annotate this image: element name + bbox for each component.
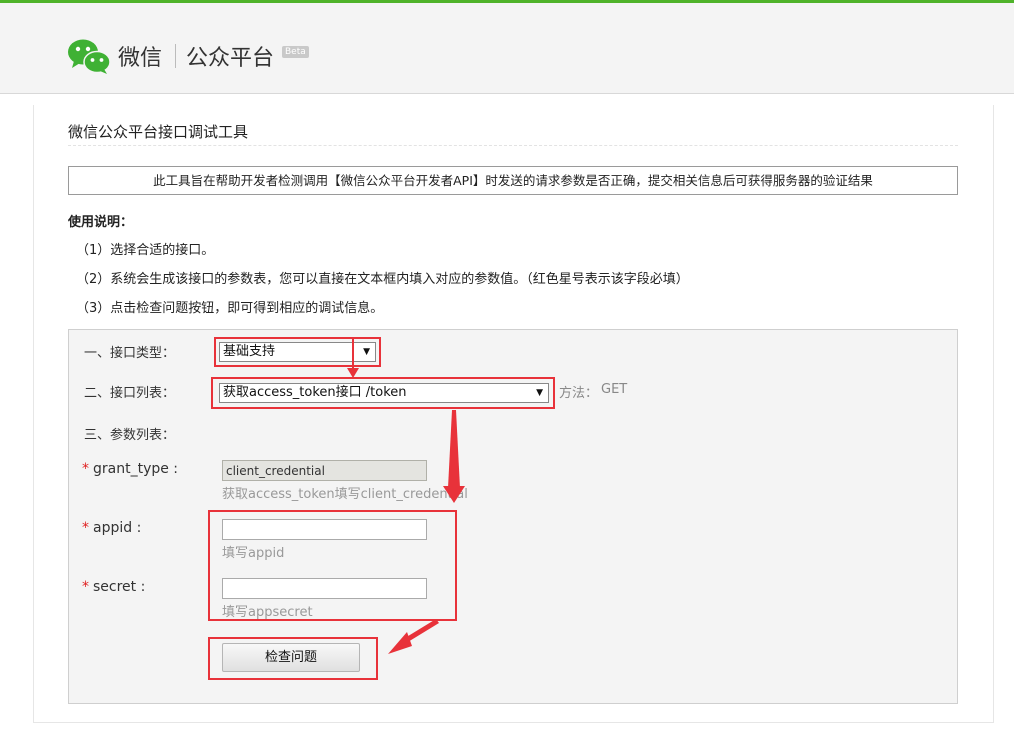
grant-type-input[interactable] [222, 460, 427, 481]
required-mark: * [82, 520, 89, 536]
param-label-appid: * appid : [82, 520, 142, 536]
grant-type-hint: 获取access_token填写client_credential [222, 487, 468, 502]
page-title: 微信公众平台接口调试工具 [68, 123, 249, 141]
title-divider [68, 145, 958, 146]
top-header-bar: 微信 公众平台 Beta [0, 0, 1014, 94]
interface-list-label: 二、接口列表： [84, 386, 176, 401]
required-mark: * [82, 579, 89, 595]
usage-title: 使用说明： [68, 215, 134, 230]
beta-badge: Beta [282, 46, 309, 58]
notice-box: 此工具旨在帮助开发者检测调用【微信公众平台开发者API】时发送的请求参数是否正确… [68, 166, 958, 195]
required-mark: * [82, 461, 89, 477]
annotation-box-params [208, 510, 457, 621]
param-list-label: 三、参数列表： [84, 428, 176, 443]
usage-step-1: （1）选择合适的接口。 [76, 243, 215, 258]
annotation-box-button [208, 637, 378, 680]
annotation-box-list [211, 377, 555, 409]
param-label-secret: * secret : [82, 579, 146, 595]
usage-step-3: （3）点击检查问题按钮，即可得到相应的调试信息。 [76, 301, 384, 316]
method-value: GET [601, 382, 628, 397]
interface-type-label: 一、接口类型： [84, 346, 176, 361]
brand-wechat-text[interactable]: 微信 [118, 40, 162, 72]
param-label-grant-type: * grant_type : [82, 461, 179, 477]
brand-platform-text[interactable]: 公众平台 [186, 40, 274, 72]
wechat-logo-icon[interactable] [67, 37, 111, 75]
usage-step-2: （2）系统会生成该接口的参数表，您可以直接在文本框内填入对应的参数值。（红色星号… [76, 272, 689, 287]
brand-divider [175, 44, 176, 68]
method-label: 方法： [559, 386, 599, 401]
annotation-box-type [214, 337, 381, 367]
